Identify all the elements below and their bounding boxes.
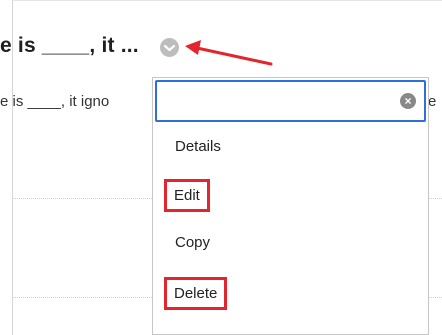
- context-menu: × Details Edit Copy Delete: [152, 77, 429, 335]
- red-arrow-annotation: [185, 40, 273, 66]
- menu-item-edit[interactable]: Edit: [164, 179, 210, 212]
- question-title: e is ____, it ...: [0, 34, 139, 57]
- menu-item-details[interactable]: Details: [175, 138, 221, 155]
- menu-search-input[interactable]: ×: [155, 80, 426, 122]
- question-text: e is ____, it igno: [0, 93, 110, 110]
- question-text-tail: e: [428, 93, 437, 110]
- clear-icon[interactable]: ×: [400, 93, 416, 109]
- menu-item-copy[interactable]: Copy: [175, 234, 210, 251]
- panel-top-border: [12, 0, 442, 1]
- menu-item-delete[interactable]: Delete: [163, 277, 228, 310]
